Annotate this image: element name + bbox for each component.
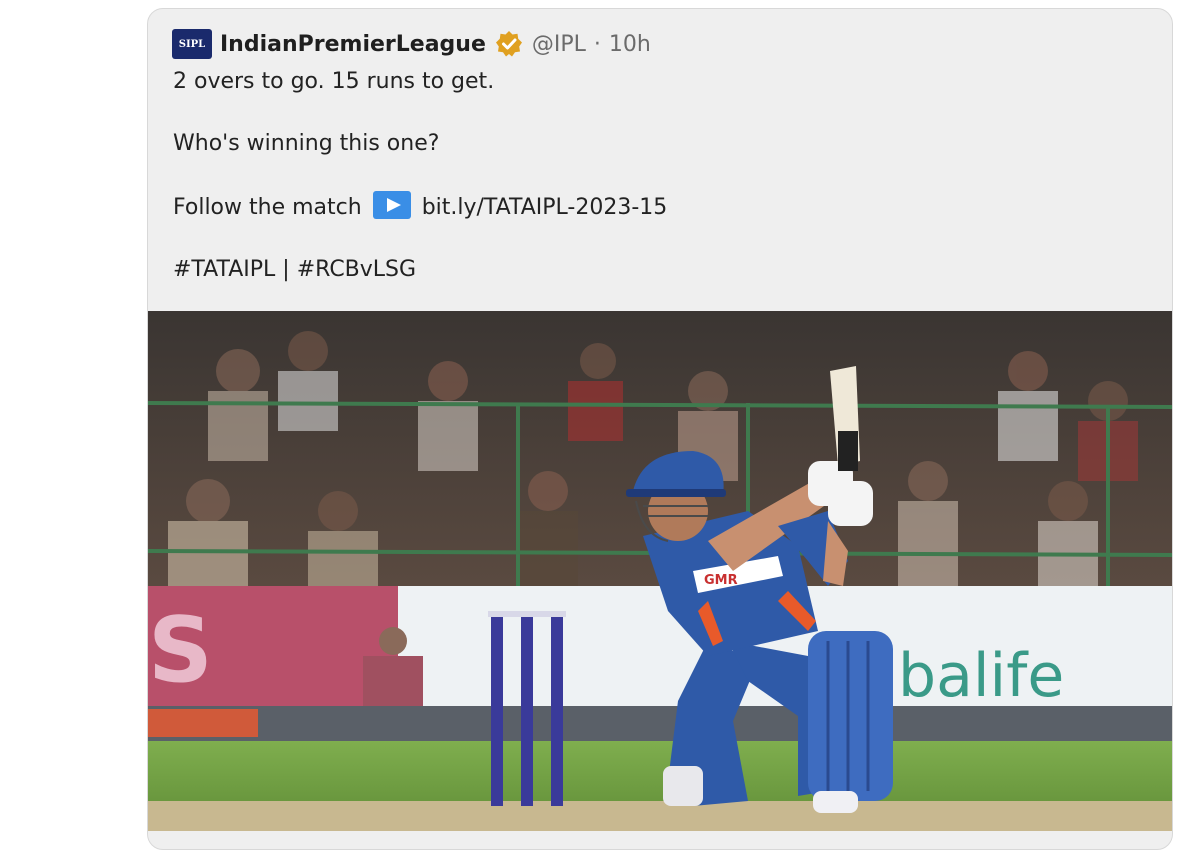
tweet-photo[interactable]: S balife GMR [148, 311, 1172, 831]
stumps [488, 611, 566, 806]
svg-text:S: S [148, 598, 213, 703]
follow-line: Follow the match bit.ly/TATAIPL-2023-15 [173, 191, 667, 222]
shirt-sponsor: GMR [704, 573, 738, 588]
tweet-header: SIPL IndianPremierLeague @IPL · 10h [172, 29, 651, 59]
timestamp[interactable]: 10h [609, 32, 651, 57]
pitch [148, 801, 1172, 831]
ipl-avatar[interactable]: SIPL [172, 29, 212, 59]
hashtags[interactable]: #TATAIPL | #RCBvLSG [173, 255, 667, 284]
leg-pad [808, 631, 893, 801]
verified-badge-icon [494, 29, 524, 59]
tweet-line-2: Who's winning this one? [173, 131, 440, 156]
cricket-photo: S balife GMR [148, 311, 1172, 831]
sponsor-text: balife [898, 641, 1064, 711]
tweet-line-1: 2 overs to go. 15 runs to get. [173, 69, 495, 94]
display-name[interactable]: IndianPremierLeague [220, 32, 486, 57]
match-link[interactable]: bit.ly/TATAIPL-2023-15 [422, 195, 668, 220]
tweet-body: 2 overs to go. 15 runs to get. Who's win… [173, 67, 667, 317]
handle[interactable]: @IPL [532, 32, 586, 57]
ground-board [148, 706, 1172, 741]
tweet-card[interactable]: SIPL IndianPremierLeague @IPL · 10h 2 ov… [147, 8, 1173, 850]
meta-separator: · [593, 31, 601, 57]
follow-prefix: Follow the match [173, 195, 362, 220]
play-button-emoji-icon [372, 191, 411, 219]
